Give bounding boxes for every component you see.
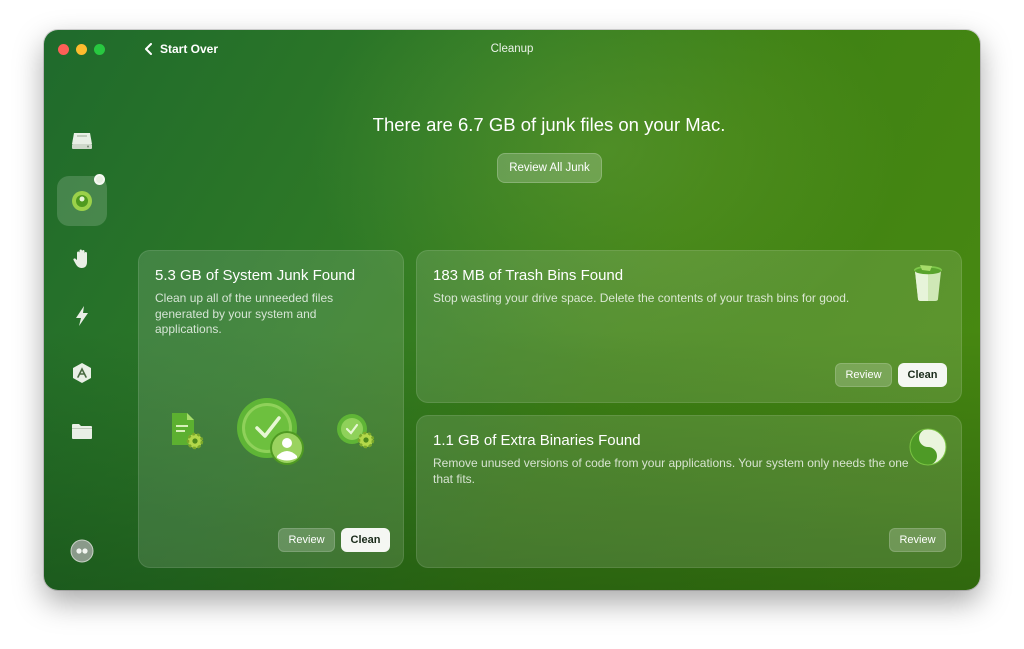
sidebar-item-assistant[interactable] — [57, 526, 107, 576]
system-junk-title: 5.3 GB of System Junk Found — [155, 267, 356, 284]
hand-icon — [73, 249, 87, 268]
app-store-icon — [73, 363, 91, 383]
system-junk-clean-button[interactable]: Clean — [341, 528, 390, 552]
drive-icon — [72, 133, 92, 149]
binaries-icon — [909, 428, 947, 466]
extra-binaries-review-button[interactable]: Review — [889, 528, 946, 552]
extra-binaries-description: Remove unused versions of code from your… — [433, 456, 909, 486]
cleanup-icon — [72, 191, 92, 211]
clock-gear-icon — [337, 414, 375, 449]
trash-bins-review-button[interactable]: Review — [835, 363, 892, 387]
chevron-left-icon — [145, 43, 152, 55]
sidebar-item-files[interactable] — [57, 406, 107, 456]
app-window: Start Over Cleanup There are 6.7 GB of j… — [44, 30, 980, 590]
review-all-junk-button[interactable]: Review All Junk — [497, 153, 602, 183]
sidebar — [44, 30, 118, 590]
document-gear-icon — [172, 413, 204, 450]
trash-bins-description: Stop wasting your drive space. Delete th… — [433, 291, 850, 305]
junk-summary-headline: There are 6.7 GB of junk files on your M… — [372, 114, 726, 135]
folder-icon — [72, 424, 92, 439]
trash-bin-icon — [914, 265, 942, 301]
minimize-window-button[interactable] — [76, 44, 87, 55]
system-junk-description: Clean up all of the unneeded files gener… — [155, 291, 334, 336]
extra-binaries-card: 1.1 GB of Extra Binaries Found Remove un… — [416, 415, 962, 568]
extra-binaries-title: 1.1 GB of Extra Binaries Found — [433, 432, 641, 449]
trash-bins-clean-button[interactable]: Clean — [898, 363, 947, 387]
sidebar-item-speed[interactable] — [57, 291, 107, 341]
sidebar-item-cleanup[interactable] — [57, 174, 107, 226]
clock-user-icon — [237, 398, 304, 465]
close-window-button[interactable] — [58, 44, 69, 55]
notification-badge — [94, 174, 105, 185]
system-junk-card: 5.3 GB of System Junk Found Clean up all… — [138, 250, 404, 568]
trash-bins-card: 183 MB of Trash Bins Found Stop wasting … — [416, 250, 962, 403]
lightning-icon — [76, 306, 88, 326]
zoom-window-button[interactable] — [94, 44, 105, 55]
start-over-label: Start Over — [160, 42, 219, 56]
system-junk-review-button[interactable]: Review — [278, 528, 335, 552]
window-controls — [58, 44, 105, 55]
sidebar-item-privacy[interactable] — [57, 234, 107, 284]
start-over-button[interactable]: Start Over — [144, 42, 218, 56]
trash-bins-title: 183 MB of Trash Bins Found — [433, 267, 624, 284]
sidebar-item-applications[interactable] — [57, 348, 107, 398]
assistant-icon — [70, 539, 94, 563]
sidebar-item-drive[interactable] — [57, 116, 107, 166]
